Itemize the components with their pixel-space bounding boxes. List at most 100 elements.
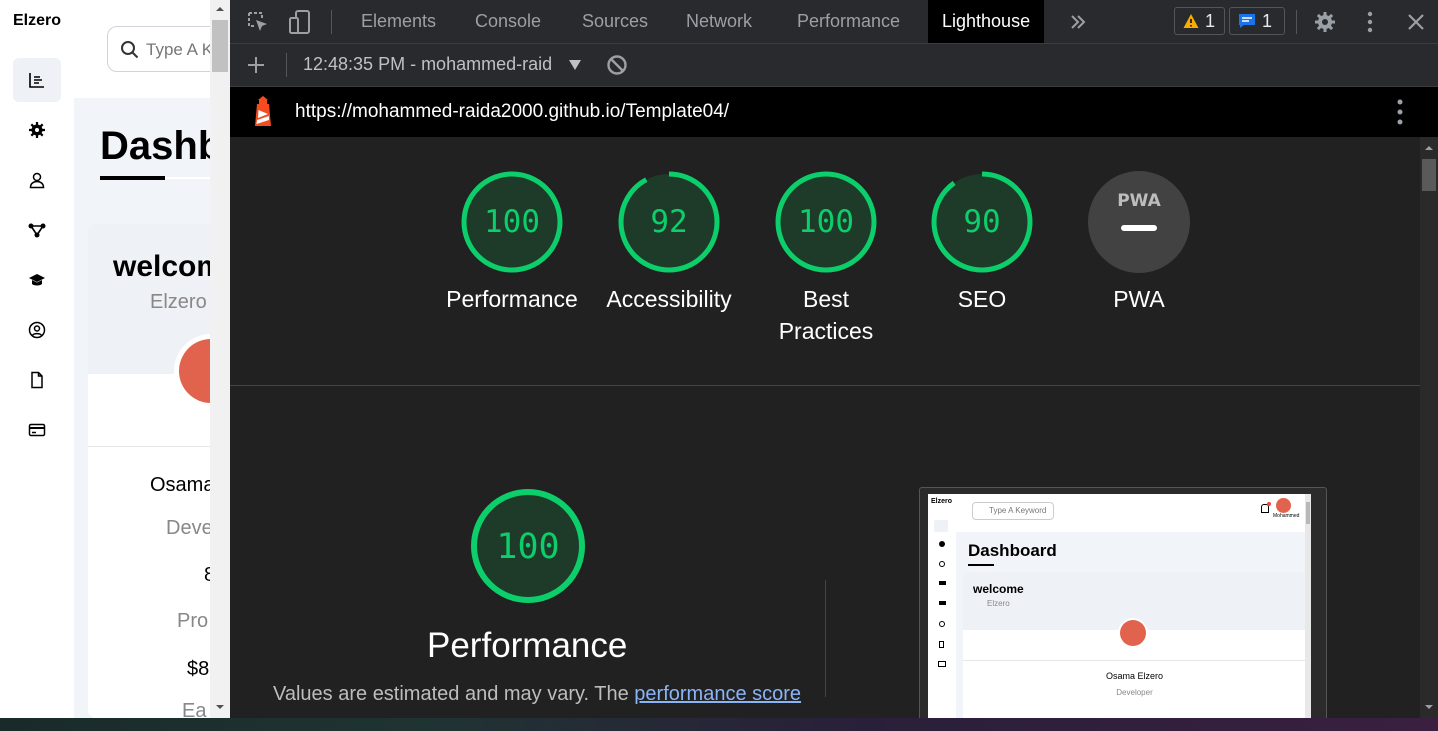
gauge-best-practices[interactable]: 100 Best Practices	[773, 169, 879, 344]
report-scrollbar[interactable]	[1420, 137, 1438, 718]
gauge-pwa[interactable]: PWA PWA	[1086, 169, 1192, 312]
thumb-brand: Elzero	[931, 498, 953, 505]
thumb-avatar	[1118, 618, 1148, 648]
thumb-title-underline	[968, 564, 994, 566]
site-sidebar: Elzero	[0, 0, 74, 718]
thumb-search: Type A Keyword	[972, 502, 1054, 520]
site-brand: Elzero	[12, 12, 61, 29]
thumb-welcome-sub: Elzero	[987, 599, 1010, 608]
lighthouse-report: 100 Performance 92 Accessibility 100 Bes…	[230, 137, 1420, 718]
more-options-icon[interactable]	[1360, 0, 1380, 43]
gauge-accessibility[interactable]: 92 Accessibility	[606, 169, 732, 312]
device-toolbar-icon[interactable]	[286, 0, 314, 43]
thumb-nav-active	[934, 520, 948, 532]
gauge-seo-score: 90	[963, 204, 1000, 240]
thumb-scrollbar	[1305, 494, 1311, 718]
report-menu-icon[interactable]	[1397, 99, 1403, 125]
warnings-count: 1	[1205, 10, 1216, 31]
pwa-dash-icon	[1121, 225, 1157, 231]
close-devtools-icon[interactable]	[1405, 0, 1427, 43]
gauge-pwa-label: PWA	[1113, 286, 1165, 312]
title-underline	[100, 176, 165, 180]
gauge-accessibility-label: Accessibility	[606, 286, 732, 312]
thumb-friends-icon	[939, 621, 945, 627]
report-session-select[interactable]: 12:48:35 PM - mohammed-raid	[303, 54, 552, 75]
devtools-tabbar: Elements Console Sources Network Perform…	[230, 0, 1438, 44]
sidebar-files-icon[interactable]	[13, 358, 61, 402]
thumb-user-icon	[939, 561, 945, 567]
main-performance-label: Performance	[427, 626, 628, 665]
tab-performance[interactable]: Performance	[797, 0, 900, 43]
tab-network[interactable]: Network	[686, 0, 752, 43]
performance-note-text: Values are estimated and may vary. The	[273, 683, 635, 705]
report-scroll-up-icon[interactable]	[1420, 141, 1438, 155]
messages-badge[interactable]: 1	[1229, 7, 1285, 35]
report-scrollbar-thumb[interactable]	[1422, 159, 1436, 191]
thumb-title: Dashboard	[968, 541, 1057, 560]
lighthouse-logo-icon	[255, 96, 271, 126]
tabbar-separator	[331, 10, 332, 34]
thumb-sidebar: Elzero	[928, 494, 956, 718]
thumb-courses-icon	[939, 601, 946, 605]
main-performance-gauge: 100	[469, 487, 587, 605]
tab-sources[interactable]: Sources	[582, 0, 648, 43]
sidebar-friends-icon[interactable]	[13, 308, 61, 352]
report-url-bar: https://mohammed-raida2000.github.io/Tem…	[230, 87, 1438, 137]
gauge-accessibility-score: 92	[650, 204, 687, 240]
thumb-divider	[963, 660, 1306, 661]
stat-label-progress: Pro	[177, 610, 209, 632]
more-tabs-icon[interactable]	[1066, 0, 1090, 43]
warning-icon	[1183, 14, 1199, 28]
gauge-performance-score: 100	[484, 204, 540, 240]
sidebar-courses-icon[interactable]	[13, 258, 61, 302]
performance-note: Values are estimated and may vary. The p…	[273, 683, 801, 706]
divider	[88, 446, 230, 447]
search-icon	[121, 41, 139, 59]
message-icon	[1239, 14, 1255, 28]
clear-all-icon[interactable]	[606, 54, 628, 76]
thumb-name: Osama Elzero	[1105, 671, 1164, 681]
performance-score-link[interactable]: performance score	[634, 683, 801, 705]
warnings-badge[interactable]: 1	[1174, 7, 1225, 35]
session-dropdown-icon[interactable]	[568, 59, 582, 71]
report-url[interactable]: https://mohammed-raida2000.github.io/Tem…	[295, 101, 729, 123]
toolbar-separator	[286, 53, 287, 77]
settings-gear-icon[interactable]	[1312, 0, 1338, 43]
report-session-label: 12:48:35 PM - mohammed-raid	[303, 54, 553, 74]
sidebar-plans-icon[interactable]	[13, 408, 61, 452]
final-screenshot[interactable]: Elzero Type A Keyword Mohammed Dashboard	[919, 487, 1327, 718]
thumb-gear-icon	[939, 541, 945, 547]
website-page: Elzero Type A Keyword Dashboard	[0, 0, 230, 718]
sidebar-projects-icon[interactable]	[13, 208, 61, 252]
scroll-down-icon[interactable]	[210, 700, 230, 714]
tab-console[interactable]: Console	[475, 0, 541, 43]
inspect-element-icon[interactable]	[244, 0, 272, 43]
tabbar-separator	[1296, 10, 1297, 34]
stat-label-earned: Ea	[182, 700, 207, 718]
site-scrollbar[interactable]	[210, 0, 230, 718]
vertical-divider	[825, 580, 826, 697]
thumb-user-name: Mohammed	[1273, 513, 1300, 519]
section-divider	[230, 385, 1420, 386]
thumb-projects-icon	[939, 581, 946, 585]
gauge-seo[interactable]: 90 SEO	[929, 169, 1035, 312]
sidebar-profile-icon[interactable]	[13, 158, 61, 202]
tab-elements[interactable]: Elements	[361, 0, 436, 43]
tab-lighthouse[interactable]: Lighthouse	[928, 0, 1045, 43]
lighthouse-toolbar: 12:48:35 PM - mohammed-raid	[230, 44, 1438, 87]
sidebar-settings-icon[interactable]	[13, 108, 61, 152]
scroll-up-icon[interactable]	[210, 2, 230, 16]
devtools-panel: Elements Console Sources Network Perform…	[230, 0, 1438, 718]
site-scrollbar-thumb[interactable]	[212, 20, 228, 72]
welcome-subtitle: Elzero	[150, 291, 207, 313]
sidebar-dashboard-icon[interactable]	[13, 58, 61, 102]
final-screenshot-image: Elzero Type A Keyword Mohammed Dashboard	[928, 494, 1311, 718]
report-scroll-down-icon[interactable]	[1420, 700, 1438, 714]
new-report-plus-icon[interactable]	[246, 55, 266, 75]
gauge-performance[interactable]: 100 Performance	[446, 169, 578, 312]
pwa-badge-text: PWA	[1117, 191, 1161, 211]
main-performance-score: 100	[496, 527, 559, 567]
messages-count: 1	[1262, 10, 1273, 31]
gauge-best-practices-label: Best Practices	[778, 286, 874, 344]
stat-earnings: $8	[187, 658, 210, 680]
